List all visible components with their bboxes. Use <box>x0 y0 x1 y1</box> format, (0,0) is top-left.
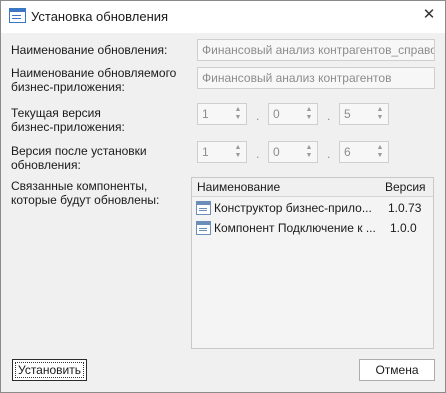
spin-up-icon[interactable]: ▲ <box>375 106 385 114</box>
app-name-field[interactable]: Финансовый анализ контрагентов <box>197 67 435 89</box>
column-header-version[interactable]: Версия <box>385 180 426 194</box>
focus-rectangle <box>15 362 84 378</box>
cancel-button[interactable]: Отмена <box>359 359 435 381</box>
spin-down-icon[interactable]: ▼ <box>304 152 314 160</box>
version-separator: . <box>327 147 331 161</box>
stepper-arrows[interactable]: ▲ ▼ <box>304 144 314 160</box>
spin-down-icon[interactable]: ▼ <box>233 114 243 122</box>
new-version-label-line2: обновления: <box>11 158 81 172</box>
cancel-button-label: Отмена <box>375 363 419 377</box>
current-version-major-stepper[interactable]: 1 ▲ ▼ <box>197 103 247 125</box>
components-label-line2: которые будут обновлены: <box>11 193 160 207</box>
component-icon <box>196 221 211 235</box>
stepper-arrows[interactable]: ▲ ▼ <box>304 106 314 122</box>
title-bar[interactable]: Установка обновления ✕ <box>1 1 445 33</box>
new-version-label-line1: Версия после установки <box>11 144 147 158</box>
update-name-label: Наименование обновления: <box>11 43 168 57</box>
update-name-field[interactable]: Финансовый анализ контрагентов_справочни <box>197 39 435 61</box>
stepper-arrows[interactable]: ▲ ▼ <box>233 144 243 160</box>
stepper-arrows[interactable]: ▲ ▼ <box>375 106 385 122</box>
window-app-icon <box>9 8 26 23</box>
table-row[interactable]: Компонент Подключение к ... 1.0.0 <box>192 218 433 238</box>
stepper-value: 0 <box>273 107 280 121</box>
spin-down-icon[interactable]: ▼ <box>375 114 385 122</box>
spin-up-icon[interactable]: ▲ <box>304 106 314 114</box>
column-header-name[interactable]: Наименование <box>197 180 280 194</box>
close-icon[interactable]: ✕ <box>421 7 437 23</box>
components-label-line1: Связанные компоненты, <box>11 179 148 193</box>
component-icon <box>196 201 211 215</box>
stepper-value: 1 <box>202 145 209 159</box>
component-name: Конструктор бизнес-прило... <box>214 201 372 215</box>
update-install-dialog: Установка обновления ✕ Наименование обно… <box>0 0 446 393</box>
app-name-label-line2: бизнес-приложения: <box>11 80 125 94</box>
current-version-label-line2: бизнес-приложения: <box>11 120 125 134</box>
component-version: 1.0.0 <box>390 221 417 235</box>
version-separator: . <box>256 109 260 123</box>
stepper-arrows[interactable]: ▲ ▼ <box>233 106 243 122</box>
current-version-build-stepper[interactable]: 5 ▲ ▼ <box>339 103 389 125</box>
version-separator: . <box>256 147 260 161</box>
component-version: 1.0.73 <box>388 201 422 215</box>
spin-up-icon[interactable]: ▲ <box>375 144 385 152</box>
app-name-label-line1: Наименование обновляемого <box>11 66 177 80</box>
table-header: Наименование Версия <box>192 178 433 197</box>
dialog-title: Установка обновления <box>31 9 169 24</box>
current-version-minor-stepper[interactable]: 0 ▲ ▼ <box>268 103 318 125</box>
spin-down-icon[interactable]: ▼ <box>304 114 314 122</box>
spin-up-icon[interactable]: ▲ <box>233 144 243 152</box>
stepper-arrows[interactable]: ▲ ▼ <box>375 144 385 160</box>
component-name: Компонент Подключение к ... <box>214 221 376 235</box>
install-button[interactable]: Установить <box>12 359 87 381</box>
version-separator: . <box>327 109 331 123</box>
new-version-major-stepper[interactable]: 1 ▲ ▼ <box>197 141 247 163</box>
spin-up-icon[interactable]: ▲ <box>304 144 314 152</box>
new-version-build-stepper[interactable]: 6 ▲ ▼ <box>339 141 389 163</box>
stepper-value: 5 <box>344 107 351 121</box>
spin-down-icon[interactable]: ▼ <box>233 152 243 160</box>
current-version-label-line1: Текущая версия <box>11 106 101 120</box>
spin-up-icon[interactable]: ▲ <box>233 106 243 114</box>
stepper-value: 6 <box>344 145 351 159</box>
stepper-value: 1 <box>202 107 209 121</box>
stepper-value: 0 <box>273 145 280 159</box>
components-table[interactable]: Наименование Версия Конструктор бизнес-п… <box>191 177 434 349</box>
spin-down-icon[interactable]: ▼ <box>375 152 385 160</box>
table-row[interactable]: Конструктор бизнес-прило... 1.0.73 <box>192 198 433 218</box>
new-version-minor-stepper[interactable]: 0 ▲ ▼ <box>268 141 318 163</box>
